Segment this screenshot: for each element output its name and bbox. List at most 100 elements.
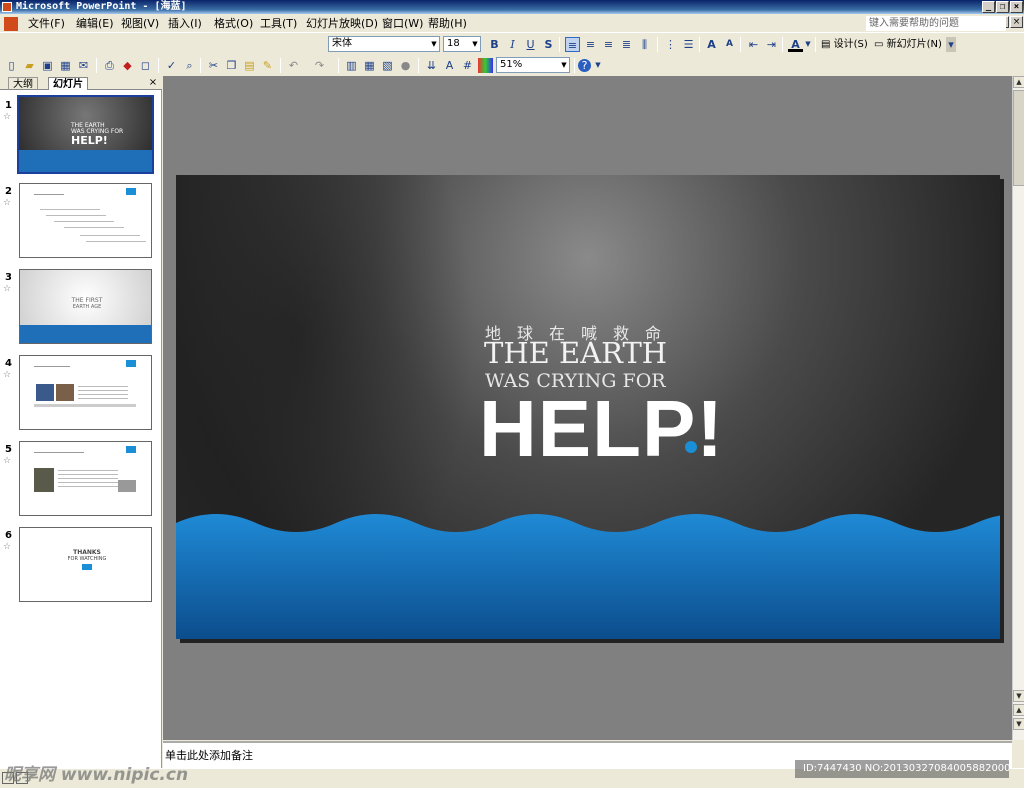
underline-button[interactable]: U xyxy=(523,37,538,52)
menu-view[interactable]: 视图(V) xyxy=(119,17,161,31)
menu-tools[interactable]: 工具(T) xyxy=(258,17,299,31)
shadow-button[interactable]: S xyxy=(541,37,556,52)
open-icon[interactable]: ▰ xyxy=(22,58,37,73)
slide-thumbnail-2[interactable] xyxy=(19,183,152,258)
pdf-icon[interactable]: ◆ xyxy=(120,58,135,73)
thumb-line: EARTH AGE xyxy=(72,304,102,310)
menu-help[interactable]: 帮助(H) xyxy=(426,17,469,31)
menu-file[interactable]: 文件(F) xyxy=(26,17,67,31)
toolbar-options-icon[interactable]: ▾ xyxy=(946,37,956,52)
slide-thumbnail-1[interactable]: THE EARTH WAS CRYING FOR HELP! xyxy=(17,95,154,174)
shrink-font-icon[interactable]: A xyxy=(722,37,737,52)
doc-close-button[interactable]: × xyxy=(1010,16,1023,28)
formatting-toolbar: 宋体 ▼ 18 ▼ B I U S ≡ ≡ ≡ ≣ ⫼ ⋮ ☰ A A ⇤ ⇥ A … xyxy=(0,34,1024,55)
font-name-combo[interactable]: 宋体 ▼ xyxy=(328,36,440,52)
slide-water-waves xyxy=(176,514,1000,639)
vertical-scrollbar[interactable]: ▲ ▼ ▲ ▼ xyxy=(1012,76,1024,740)
restore-button[interactable]: ❐ xyxy=(996,1,1009,13)
align-left-icon[interactable]: ≡ xyxy=(565,37,580,52)
print-preview-icon[interactable]: ◻ xyxy=(138,58,153,73)
insert-diagram-icon[interactable]: ● xyxy=(398,58,413,73)
show-grid-icon[interactable]: # xyxy=(460,58,475,73)
numbering-icon[interactable]: ⋮ xyxy=(663,37,678,52)
tab-slides[interactable]: 幻灯片 xyxy=(48,77,88,90)
format-painter-icon[interactable]: ✎ xyxy=(260,58,275,73)
minimize-button[interactable]: _ xyxy=(982,1,995,13)
bold-button[interactable]: B xyxy=(487,37,502,52)
slide-thumbnail-3[interactable]: THE FIRST EARTH AGE xyxy=(19,269,152,344)
spelling-icon[interactable]: ✓ xyxy=(164,58,179,73)
save-icon[interactable]: ▣ xyxy=(40,58,55,73)
align-right-icon[interactable]: ≡ xyxy=(601,37,616,52)
italic-button[interactable]: I xyxy=(505,37,520,52)
thumb-logo xyxy=(126,188,136,195)
menu-edit[interactable]: 编辑(E) xyxy=(74,17,116,31)
slide-thumbnail-5[interactable] xyxy=(19,441,152,516)
window-title: Microsoft PowerPoint - [海蓝] xyxy=(16,1,187,12)
justify-icon[interactable]: ≣ xyxy=(619,37,634,52)
chevron-down-icon[interactable]: ▼ xyxy=(594,58,602,73)
bullets-icon[interactable]: ☰ xyxy=(681,37,696,52)
grow-font-icon[interactable]: A xyxy=(704,37,719,52)
print-icon[interactable]: ⎙ xyxy=(102,58,117,73)
copy-icon[interactable]: ❐ xyxy=(224,58,239,73)
chevron-down-icon[interactable]: ▼ xyxy=(470,37,480,51)
new-slide-button[interactable]: ▭ 新幻灯片(N) xyxy=(874,37,942,52)
research-icon[interactable]: ⌕ xyxy=(182,58,197,73)
menu-window[interactable]: 窗口(W) xyxy=(380,17,425,31)
font-name-value: 宋体 xyxy=(332,38,352,49)
paste-icon[interactable]: ▤ xyxy=(242,58,257,73)
tab-outline[interactable]: 大纲 xyxy=(8,77,38,90)
menu-slideshow[interactable]: 幻灯片放映(D) xyxy=(304,17,380,31)
tables-borders-icon[interactable]: ▧ xyxy=(380,58,395,73)
slide-thumbnail-4[interactable] xyxy=(19,355,152,430)
menu-insert[interactable]: 插入(I) xyxy=(166,17,204,31)
distribute-icon[interactable]: ⫼ xyxy=(637,37,652,52)
redo-icon[interactable]: ↷ xyxy=(312,58,327,73)
toolbar-separator xyxy=(280,58,281,73)
chevron-down-icon[interactable]: ▼ xyxy=(559,58,569,72)
design-button[interactable]: ▤ 设计(S) xyxy=(821,37,868,52)
cut-icon[interactable]: ✂ xyxy=(206,58,221,73)
design-label: 设计(S) xyxy=(833,39,868,50)
chevron-down-icon[interactable]: ▼ xyxy=(429,37,439,51)
thumb-image xyxy=(36,384,54,401)
star-icon: ☆ xyxy=(3,284,12,294)
increase-indent-icon[interactable]: ⇥ xyxy=(764,37,779,52)
slide-canvas[interactable]: 地球在喊救命 THE EARTH WAS CRYING FOR HELP! xyxy=(176,175,1000,639)
color-grayscale-icon[interactable] xyxy=(478,58,493,73)
previous-slide-icon[interactable]: ▲ xyxy=(1013,704,1024,716)
close-icon[interactable]: × xyxy=(147,76,159,89)
zoom-combo[interactable]: 51% ▼ xyxy=(496,57,570,73)
help-question-input[interactable]: 键入需要帮助的问题 xyxy=(866,16,1006,31)
scroll-up-icon[interactable]: ▲ xyxy=(1013,76,1024,88)
slide-thumbnail-6[interactable]: THANKS FOR WATCHING xyxy=(19,527,152,602)
new-icon[interactable]: ▯ xyxy=(4,58,19,73)
email-icon[interactable]: ✉ xyxy=(76,58,91,73)
decrease-indent-icon[interactable]: ⇤ xyxy=(746,37,761,52)
undo-icon[interactable]: ↶ xyxy=(286,58,301,73)
toolbar-separator xyxy=(418,58,419,73)
insert-chart-icon[interactable]: ▥ xyxy=(344,58,359,73)
show-formatting-icon[interactable]: A xyxy=(442,58,457,73)
powerpoint-app-icon[interactable] xyxy=(2,2,12,12)
expand-all-icon[interactable]: ⇊ xyxy=(424,58,439,73)
toolbar-separator xyxy=(740,37,741,52)
toolbar-separator xyxy=(200,58,201,73)
title-bar: Microsoft PowerPoint - [海蓝] _ ❐ × xyxy=(0,0,1024,14)
close-button[interactable]: × xyxy=(1010,1,1023,13)
next-slide-icon[interactable]: ▼ xyxy=(1013,718,1024,730)
document-icon[interactable] xyxy=(4,17,18,31)
permission-icon[interactable]: ▦ xyxy=(58,58,73,73)
scroll-thumb[interactable] xyxy=(1013,90,1024,186)
menu-format[interactable]: 格式(O) xyxy=(212,17,255,31)
insert-table-icon[interactable]: ▦ xyxy=(362,58,377,73)
chevron-down-icon[interactable]: ▼ xyxy=(804,37,812,52)
scroll-down-icon[interactable]: ▼ xyxy=(1013,690,1024,702)
font-color-icon[interactable]: A xyxy=(788,37,803,52)
slide-editor: 地球在喊救命 THE EARTH WAS CRYING FOR HELP! xyxy=(163,76,1012,740)
help-icon[interactable]: ? xyxy=(578,59,591,72)
font-size-combo[interactable]: 18 ▼ xyxy=(443,36,481,52)
align-center-icon[interactable]: ≡ xyxy=(583,37,598,52)
slide-number: 4 xyxy=(5,358,12,369)
